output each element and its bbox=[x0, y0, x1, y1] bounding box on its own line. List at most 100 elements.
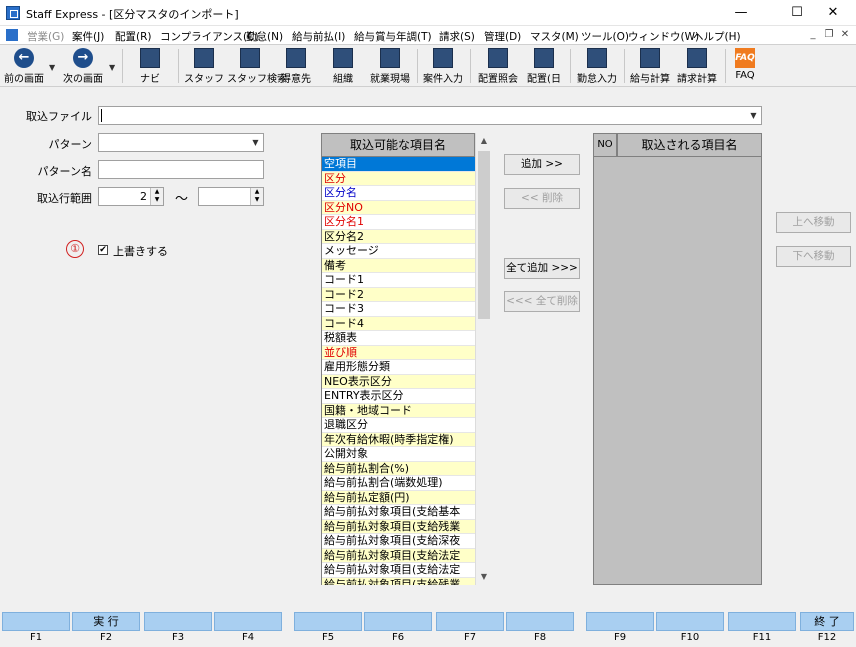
list-item[interactable]: コード3 bbox=[322, 302, 475, 317]
fkey-f4-button[interactable] bbox=[214, 612, 282, 631]
menu-help[interactable]: ヘルプ(H) bbox=[693, 29, 741, 44]
target-items-list[interactable] bbox=[593, 157, 762, 585]
organization-button[interactable]: 組織 bbox=[324, 47, 362, 85]
spin-buttons[interactable]: ▲ ▼ bbox=[250, 188, 263, 205]
move-up-button[interactable]: 上へ移動 bbox=[776, 212, 851, 233]
payroll-calc-button[interactable]: 給与計算 bbox=[628, 47, 672, 85]
remove-all-button[interactable]: <<< 全て削除 bbox=[504, 291, 580, 312]
menu-tools[interactable]: ツール(O) bbox=[581, 29, 629, 44]
list-item[interactable]: 区分NO bbox=[322, 200, 475, 215]
faq-button[interactable]: FAQ FAQ bbox=[728, 47, 762, 85]
scroll-up-icon[interactable]: ▲ bbox=[476, 133, 492, 149]
menu-billing[interactable]: 請求(S) bbox=[439, 29, 475, 44]
list-item[interactable]: 備考 bbox=[322, 258, 475, 273]
list-item[interactable]: 年次有給休暇(時季指定権) bbox=[322, 432, 475, 447]
assignment-day-button[interactable]: 配置(日 bbox=[524, 47, 564, 85]
row-from-spinner[interactable]: 2 ▲ ▼ bbox=[98, 187, 164, 206]
list-item[interactable]: コード4 bbox=[322, 316, 475, 331]
menu-window[interactable]: ウィンドウ(W) bbox=[628, 29, 699, 44]
mdi-minimize-button[interactable]: _ bbox=[806, 28, 820, 42]
spin-buttons[interactable]: ▲ ▼ bbox=[150, 188, 163, 205]
spin-down-icon[interactable]: ▼ bbox=[151, 196, 163, 204]
list-item[interactable]: 区分 bbox=[322, 171, 475, 186]
chevron-down-icon[interactable]: ▼ bbox=[109, 63, 115, 72]
list-item[interactable]: 区分名 bbox=[322, 186, 475, 201]
chevron-down-icon[interactable]: ▼ bbox=[49, 63, 55, 72]
list-item[interactable]: ENTRY表示区分 bbox=[322, 389, 475, 404]
overwrite-checkbox[interactable]: ✔ bbox=[98, 245, 108, 255]
mdi-close-button[interactable]: ✕ bbox=[838, 28, 852, 42]
list-item[interactable]: 雇用形態分類 bbox=[322, 360, 475, 375]
menu-assignment[interactable]: 配置(R) bbox=[115, 29, 152, 44]
available-items-list[interactable]: 空項目 区分 区分名 区分NO 区分名1 区分名2 メッセージ 備考 コード1 コード2 コード3 コ… bbox=[321, 157, 475, 585]
list-item[interactable]: 給与前払割合(端数処理) bbox=[322, 476, 475, 491]
fkey-f9-button[interactable] bbox=[586, 612, 654, 631]
client-button[interactable]: 得意先 bbox=[277, 47, 315, 85]
mdi-restore-button[interactable]: ❐ bbox=[822, 28, 836, 42]
fkey-f3-button[interactable] bbox=[144, 612, 212, 631]
fkey-f5-button[interactable] bbox=[294, 612, 362, 631]
move-down-button[interactable]: 下へ移動 bbox=[776, 246, 851, 267]
list-item[interactable]: 税額表 bbox=[322, 331, 475, 346]
add-button[interactable]: 追加 >> bbox=[504, 154, 580, 175]
prev-screen-button[interactable]: ← 前の画面 bbox=[2, 47, 46, 85]
fkey-f8-button[interactable] bbox=[506, 612, 574, 631]
spin-up-icon[interactable]: ▲ bbox=[151, 188, 163, 196]
fkey-f1-button[interactable] bbox=[2, 612, 70, 631]
next-screen-button[interactable]: → 次の画面 bbox=[60, 47, 106, 85]
fkey-f2-button[interactable]: 実 行 bbox=[72, 612, 140, 631]
chevron-down-icon[interactable]: ▼ bbox=[248, 134, 263, 151]
list-item[interactable]: 給与前払割合(%) bbox=[322, 461, 475, 476]
list-item[interactable]: 給与前払定額(円) bbox=[322, 490, 475, 505]
assignment-inquiry-button[interactable]: 配置照会 bbox=[475, 47, 521, 85]
row-to-spinner[interactable]: ▲ ▼ bbox=[198, 187, 264, 206]
menu-master[interactable]: マスタ(M) bbox=[530, 29, 579, 44]
list-item[interactable]: 空項目 bbox=[322, 157, 475, 172]
spin-down-icon[interactable]: ▼ bbox=[251, 196, 263, 204]
menu-attendance[interactable]: 勤怠(N) bbox=[246, 29, 283, 44]
list-item[interactable]: メッセージ bbox=[322, 244, 475, 259]
staff-search-button[interactable]: スタッフ検索 bbox=[227, 47, 287, 85]
billing-calc-button[interactable]: 請求計算 bbox=[675, 47, 719, 85]
fkey-f7-button[interactable] bbox=[436, 612, 504, 631]
list-item[interactable]: NEO表示区分 bbox=[322, 374, 475, 389]
fkey-f12-button[interactable]: 終 了 bbox=[800, 612, 854, 631]
list-item[interactable]: 給与前払対象項目(支給基本 bbox=[322, 505, 475, 520]
scroll-down-icon[interactable]: ▼ bbox=[476, 569, 492, 585]
list-item[interactable]: 給与前払対象項目(支給法定 bbox=[322, 548, 475, 563]
list-item[interactable]: コード1 bbox=[322, 273, 475, 288]
remove-button[interactable]: << 削除 bbox=[504, 188, 580, 209]
staff-button[interactable]: スタッフ bbox=[184, 47, 224, 85]
menu-compliance[interactable]: コンプライアンス(C) bbox=[160, 29, 259, 44]
list-item[interactable]: 給与前払対象項目(支給法定 bbox=[322, 563, 475, 578]
fkey-f10-button[interactable] bbox=[656, 612, 724, 631]
navi-button[interactable]: ナビ bbox=[130, 47, 170, 85]
add-all-button[interactable]: 全て追加 >>> bbox=[504, 258, 580, 279]
menu-salary-advance[interactable]: 給与前払(I) bbox=[292, 29, 345, 44]
list-item[interactable]: 国籍・地域コード bbox=[322, 403, 475, 418]
list-item[interactable]: 区分名1 bbox=[322, 215, 475, 230]
attendance-entry-button[interactable]: 勤怠入力 bbox=[574, 47, 620, 85]
scroll-thumb[interactable] bbox=[478, 151, 490, 319]
list-item[interactable]: コード2 bbox=[322, 287, 475, 302]
pattern-name-input[interactable] bbox=[98, 160, 264, 179]
work-site-button[interactable]: 就業現場 bbox=[368, 47, 412, 85]
menu-sales[interactable]: 営業(G) bbox=[27, 29, 64, 44]
list-item[interactable]: 給与前払対象項目(支給深夜 bbox=[322, 534, 475, 549]
menu-admin[interactable]: 管理(D) bbox=[484, 29, 521, 44]
list-item[interactable]: 退職区分 bbox=[322, 418, 475, 433]
chevron-down-icon[interactable]: ▼ bbox=[746, 107, 761, 124]
menu-jobs[interactable]: 案件(J) bbox=[72, 29, 104, 44]
job-entry-button[interactable]: 案件入力 bbox=[421, 47, 465, 85]
import-file-combo[interactable]: ▼ bbox=[98, 106, 762, 125]
available-list-scrollbar[interactable]: ▲ ▼ bbox=[475, 133, 491, 585]
close-button[interactable]: ✕ bbox=[810, 0, 856, 26]
pattern-combo[interactable]: ▼ bbox=[98, 133, 264, 152]
spin-up-icon[interactable]: ▲ bbox=[251, 188, 263, 196]
minimize-button[interactable]: — bbox=[718, 0, 764, 26]
fkey-f11-button[interactable] bbox=[728, 612, 796, 631]
list-item[interactable]: 公開対象 bbox=[322, 447, 475, 462]
list-item[interactable]: 給与前払対象項目(支給残業 bbox=[322, 519, 475, 534]
overwrite-label[interactable]: 上書きする bbox=[113, 243, 168, 259]
menu-payroll[interactable]: 給与賞与年調(T) bbox=[354, 29, 432, 44]
